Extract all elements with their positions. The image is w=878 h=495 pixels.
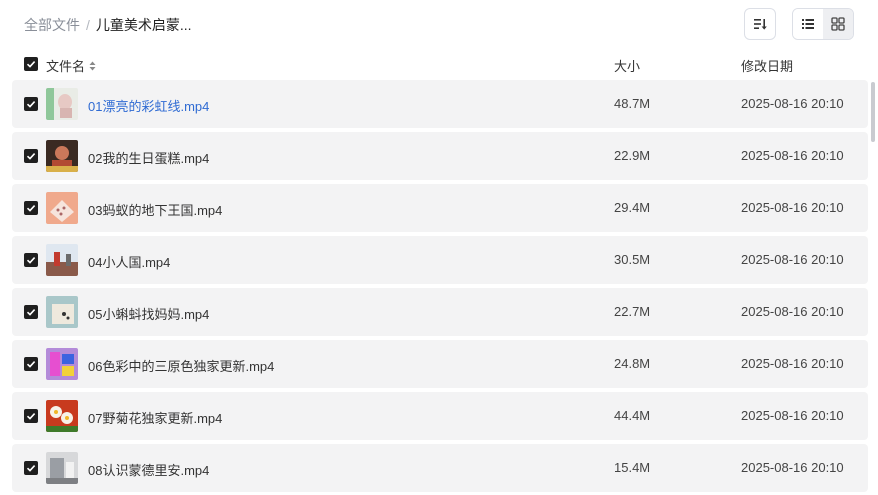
file-date: 2025-08-16 20:10 (741, 252, 844, 267)
column-header-modified[interactable]: 修改日期 (741, 56, 793, 75)
file-name[interactable]: 06色彩中的三原色独家更新.mp4 (88, 356, 274, 375)
breadcrumb: 全部文件 / 儿童美术启蒙... (24, 15, 192, 35)
file-date: 2025-08-16 20:10 (741, 96, 844, 111)
file-row[interactable]: 06色彩中的三原色独家更新.mp4 24.8M 2025-08-16 20:10 (12, 340, 868, 388)
row-checkbox[interactable] (24, 357, 38, 371)
checkmark-icon (26, 153, 36, 160)
file-date: 2025-08-16 20:10 (741, 304, 844, 319)
file-date: 2025-08-16 20:10 (741, 408, 844, 423)
file-date: 2025-08-16 20:10 (741, 356, 844, 371)
grid-view-icon (831, 17, 845, 31)
list-view-button[interactable] (793, 9, 823, 39)
sort-arrows-icon (89, 61, 96, 71)
column-header-name[interactable]: 文件名 (46, 56, 96, 75)
file-size: 29.4M (614, 200, 651, 215)
file-row[interactable]: 02我的生日蛋糕.mp4 22.9M 2025-08-16 20:10 (12, 132, 868, 180)
checkmark-icon (26, 413, 36, 420)
breadcrumb-current-folder: 儿童美术启蒙... (95, 17, 192, 33)
row-checkbox[interactable] (24, 201, 38, 215)
file-name[interactable]: 04小人国.mp4 (88, 252, 170, 271)
row-checkbox[interactable] (24, 149, 38, 163)
row-checkbox[interactable] (24, 305, 38, 319)
row-checkbox[interactable] (24, 253, 38, 267)
checkmark-icon (26, 257, 36, 264)
video-thumbnail (46, 452, 78, 484)
file-row[interactable]: 08认识蒙德里安.mp4 15.4M 2025-08-16 20:10 (12, 444, 868, 492)
file-name[interactable]: 01漂亮的彩虹线.mp4 (88, 96, 209, 115)
row-checkbox[interactable] (24, 409, 38, 423)
video-thumbnail (46, 348, 78, 380)
file-size: 24.8M (614, 356, 651, 371)
file-size: 15.4M (614, 460, 651, 475)
file-name[interactable]: 07野菊花独家更新.mp4 (88, 408, 222, 427)
video-thumbnail (46, 192, 78, 224)
file-name[interactable]: 03蚂蚁的地下王国.mp4 (88, 200, 222, 219)
breadcrumb-separator: / (86, 17, 90, 33)
select-all-checkbox[interactable] (24, 57, 38, 71)
file-size: 30.5M (614, 252, 651, 267)
file-row[interactable]: 04小人国.mp4 30.5M 2025-08-16 20:10 (12, 236, 868, 284)
checkmark-icon (26, 205, 36, 212)
file-name[interactable]: 08认识蒙德里安.mp4 (88, 460, 209, 479)
checkmark-icon (26, 465, 36, 472)
breadcrumb-root-link[interactable]: 全部文件 (24, 15, 80, 35)
list-view-icon (802, 19, 814, 29)
checkmark-icon (26, 309, 36, 316)
video-thumbnail (46, 296, 78, 328)
file-date: 2025-08-16 20:10 (741, 200, 844, 215)
file-name[interactable]: 05小蝌蚪找妈妈.mp4 (88, 304, 209, 323)
column-header-size[interactable]: 大小 (614, 56, 640, 75)
column-header-name-label: 文件名 (46, 59, 86, 74)
file-name[interactable]: 02我的生日蛋糕.mp4 (88, 148, 209, 167)
sort-icon (754, 19, 767, 30)
checkmark-icon (26, 101, 36, 108)
file-row[interactable]: 03蚂蚁的地下王国.mp4 29.4M 2025-08-16 20:10 (12, 184, 868, 232)
file-row[interactable]: 05小蝌蚪找妈妈.mp4 22.7M 2025-08-16 20:10 (12, 288, 868, 336)
file-size: 44.4M (614, 408, 651, 423)
checkmark-icon (26, 361, 36, 368)
file-size: 48.7M (614, 96, 651, 111)
file-date: 2025-08-16 20:10 (741, 460, 844, 475)
view-toggle (792, 8, 854, 40)
file-row[interactable]: 07野菊花独家更新.mp4 44.4M 2025-08-16 20:10 (12, 392, 868, 440)
scrollbar-thumb[interactable] (871, 82, 875, 142)
row-checkbox[interactable] (24, 461, 38, 475)
row-checkbox[interactable] (24, 97, 38, 111)
file-size: 22.7M (614, 304, 651, 319)
file-row[interactable]: 01漂亮的彩虹线.mp4 48.7M 2025-08-16 20:10 (12, 80, 868, 128)
video-thumbnail (46, 244, 78, 276)
video-thumbnail (46, 400, 78, 432)
video-thumbnail (46, 88, 78, 120)
grid-view-button[interactable] (823, 9, 853, 39)
video-thumbnail (46, 140, 78, 172)
checkmark-icon (26, 61, 36, 68)
file-size: 22.9M (614, 148, 651, 163)
sort-button[interactable] (744, 8, 776, 40)
file-date: 2025-08-16 20:10 (741, 148, 844, 163)
file-list-header: 文件名 大小 修改日期 (12, 52, 868, 76)
